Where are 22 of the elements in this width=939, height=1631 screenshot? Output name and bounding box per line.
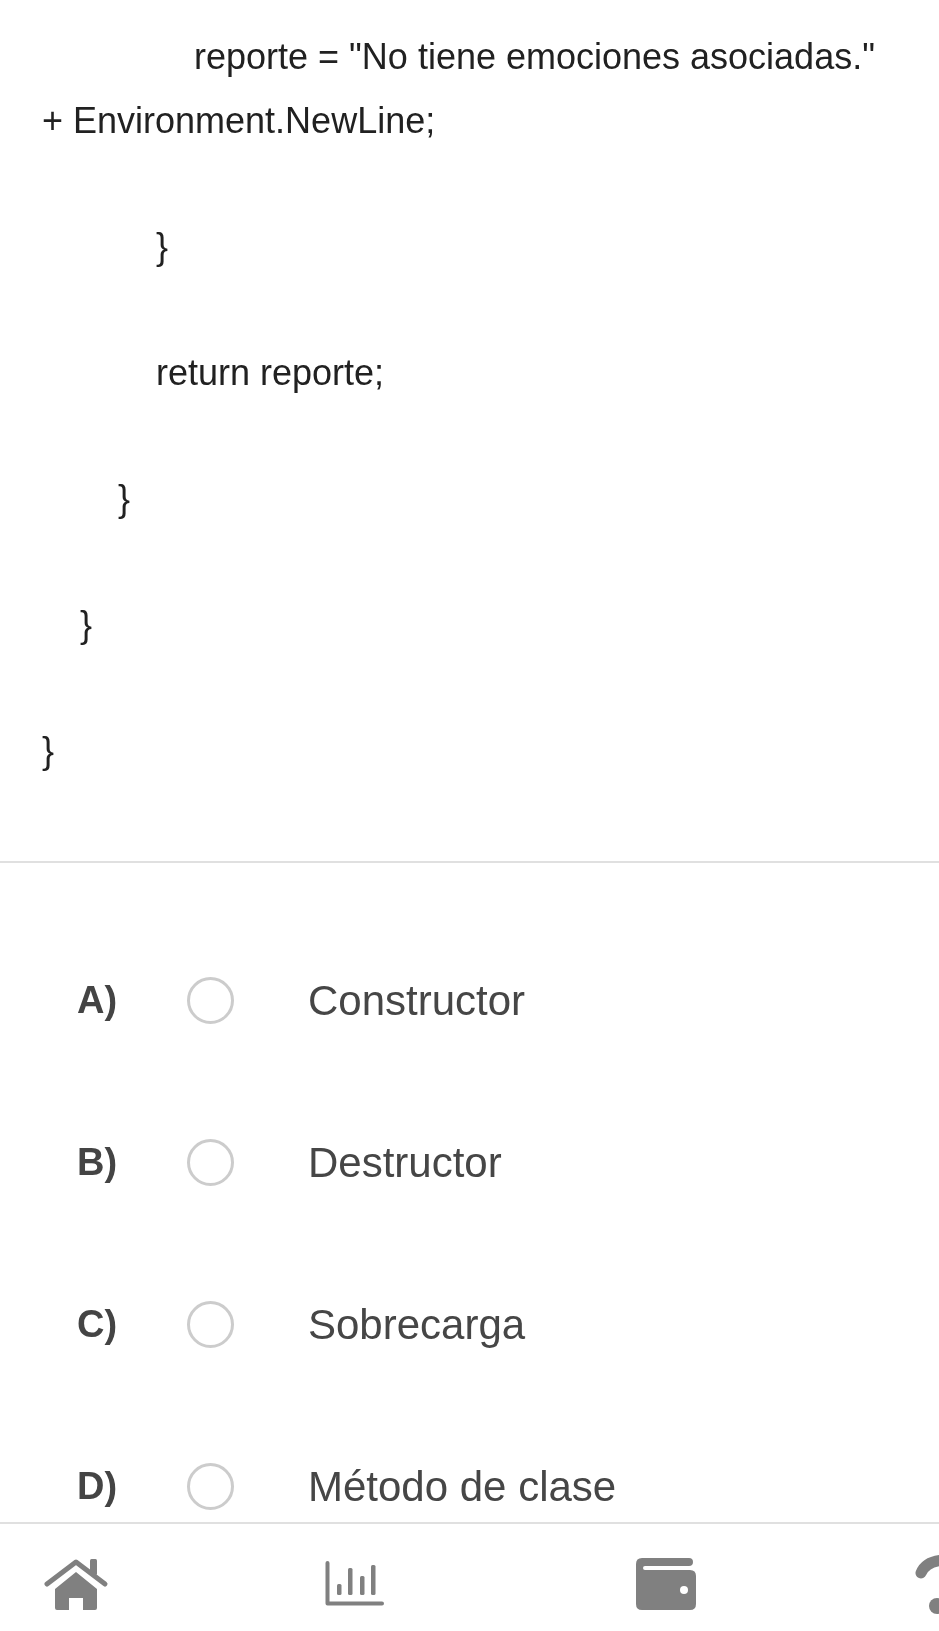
question-icon[interactable] <box>915 1553 939 1614</box>
option-label: Sobrecarga <box>308 1299 526 1350</box>
code-line: } <box>80 604 93 645</box>
option-label: Destructor <box>308 1137 502 1188</box>
option-letter: D) <box>77 1463 119 1509</box>
code-line: } <box>156 226 169 267</box>
code-line: } <box>118 478 131 519</box>
bar-chart-icon[interactable] <box>325 1561 384 1606</box>
code-line: reporte = "No tiene emociones asociadas." + Environment.NewLine; <box>42 36 875 141</box>
radio-button[interactable] <box>187 1300 234 1348</box>
option-label: Constructor <box>308 975 526 1026</box>
code-line: } <box>42 730 55 771</box>
wallet-icon[interactable] <box>636 1557 696 1610</box>
option-label: Método de clase <box>308 1461 617 1512</box>
option-letter: A) <box>77 977 119 1023</box>
radio-button[interactable] <box>187 1138 234 1186</box>
code-line: return reporte; <box>156 352 385 393</box>
option-letter: C) <box>77 1301 119 1347</box>
radio-button[interactable] <box>187 976 234 1024</box>
radio-button[interactable] <box>187 1462 234 1510</box>
option-letter: B) <box>77 1139 119 1185</box>
home-icon[interactable] <box>43 1557 109 1610</box>
